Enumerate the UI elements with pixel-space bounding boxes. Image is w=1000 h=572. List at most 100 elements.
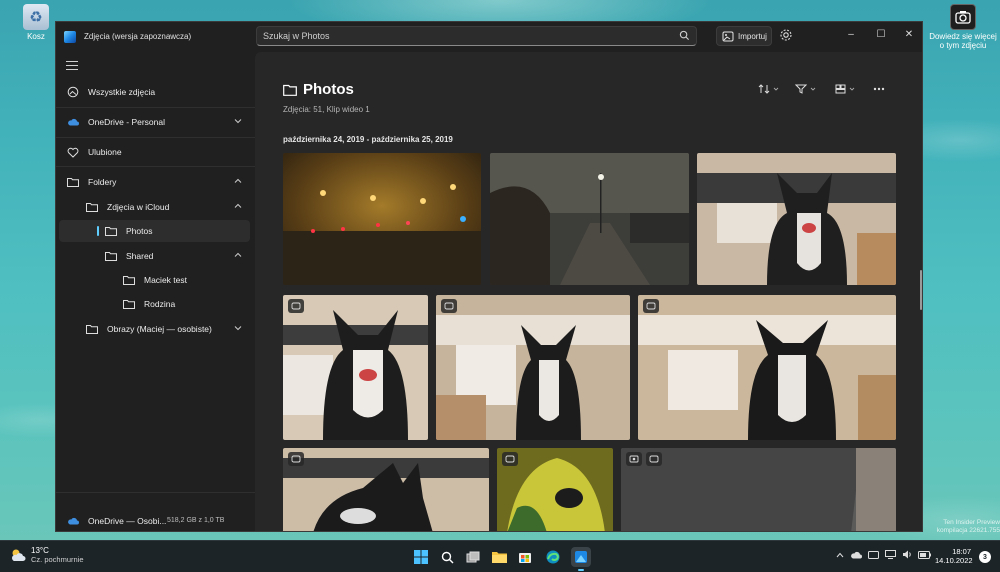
task-view-button[interactable] [463,547,483,567]
sidebar-item-all-photos[interactable]: Wszystkie zdjęcia [59,81,250,103]
search-icon[interactable] [679,30,690,41]
onedrive-icon[interactable] [850,551,862,559]
import-button[interactable]: Importuj [716,26,772,46]
sort-button[interactable] [758,82,779,96]
page-header: Photos [283,81,354,98]
divider [56,137,255,138]
clock[interactable]: 18:07 14.10.2022 [935,547,973,565]
chevron-down-icon [849,87,855,91]
live-photo-badge [643,299,659,313]
microsoft-store-button[interactable] [515,547,535,567]
view-button[interactable] [835,82,855,96]
sidebar-label: Shared [126,251,154,261]
live-photo-badge [502,452,518,466]
photo-dog-chair [697,153,896,285]
sidebar-label: Obrazy (Maciej — osobiste) [107,324,212,334]
sidebar-label: OneDrive - Personal [88,117,166,127]
photo-foggy-street [283,153,481,285]
page-title: Photos [303,81,354,98]
sidebar-label: Photos [126,226,153,236]
sidebar-item-favorites[interactable]: Ulubione [59,141,250,163]
keyboard-icon[interactable] [868,550,879,559]
chevron-up-icon[interactable] [234,251,242,259]
sidebar-label: Rodzina [144,299,176,309]
gear-icon[interactable] [779,28,793,42]
battery-icon[interactable] [918,550,931,559]
insider-watermark: Ten Insider Preview kompilacja 22621.755 [936,519,1000,534]
system-tray [836,550,931,559]
minimize-button[interactable]: – [836,22,866,46]
file-explorer-icon [491,552,507,563]
grid-view-icon [835,84,846,94]
title-bar[interactable]: Zdjęcia (wersja zapoznawcza) Szukaj w Ph… [56,22,922,52]
date-range-header: października 24, 2019 - października 25,… [283,135,453,144]
recycle-icon: ♻ [23,4,49,30]
photos-window: Zdjęcia (wersja zapoznawcza) Szukaj w Ph… [55,21,923,532]
divider [56,492,255,493]
chevron-down-icon[interactable] [234,324,242,332]
video-badge [626,452,642,466]
import-label: Importuj [738,31,767,41]
partly-cloudy-icon [12,549,26,561]
scrollbar-thumb[interactable] [920,270,922,310]
maximize-button[interactable]: ☐ [866,22,896,46]
hamburger-menu-icon[interactable] [66,61,78,73]
sidebar-item-onedrive[interactable]: OneDrive - Personal [59,111,250,133]
chevron-up-icon[interactable] [234,177,242,185]
speaker-icon[interactable] [902,550,912,559]
photo-thumbnail[interactable] [436,295,630,440]
taskbar-search-button[interactable] [437,547,457,567]
sidebar-item-shared[interactable]: Shared [59,245,250,267]
close-button[interactable]: ✕ [894,22,922,46]
search-input[interactable]: Szukaj w Photos [263,31,330,41]
windows-logo-icon [414,550,428,564]
photo-thumbnail[interactable] [283,153,481,285]
sidebar-item-icloud[interactable]: Zdjęcia w iCloud [59,196,250,218]
sidebar-item-rodzina[interactable]: Rodzina [59,293,250,315]
photos-app-icon [575,551,587,563]
chevron-up-icon[interactable] [234,202,242,210]
folder-icon [67,176,79,188]
photo-dog-profile [283,448,489,531]
display-icon[interactable] [885,550,896,559]
sidebar-item-maciek-test[interactable]: Maciek test [59,269,250,291]
taskbar: 13°C Cz. pochmurnie 18:07 14.10.2022 3 [0,540,1000,572]
chevron-down-icon[interactable] [234,117,242,125]
weather-widget[interactable]: 13°C Cz. pochmurnie [10,546,84,564]
start-button[interactable] [411,547,431,567]
photo-thumbnail[interactable] [497,448,613,531]
file-explorer-button[interactable] [489,547,509,567]
camera-icon [950,4,976,30]
video-thumbnail[interactable] [621,448,896,531]
folder-icon [123,274,135,286]
live-photo-badge [288,452,304,466]
photo-laptop-video [621,448,896,531]
photo-dog-smiling [283,295,428,440]
more-options-button[interactable] [873,82,885,96]
chevron-up-icon[interactable] [836,552,844,558]
filter-icon [795,84,807,94]
photo-thumbnail[interactable] [283,295,428,440]
learn-about-picture-icon[interactable]: Dowiedz się więcej o tym zdjęciu [926,4,1000,50]
sidebar-item-photos[interactable]: Photos [59,220,250,242]
cloud-icon [67,116,79,128]
live-photo-badge [646,452,662,466]
sidebar-item-folders[interactable]: Foldery [59,171,250,193]
clock-time: 18:07 [952,547,971,556]
photo-thumbnail[interactable] [490,153,689,285]
learn-about-picture-label: Dowiedz się więcej o tym zdjęciu [929,32,997,50]
photo-thumbnail[interactable] [697,153,896,285]
photos-app-icon [64,31,76,43]
photos-icon [67,86,79,98]
sidebar-item-obrazy[interactable]: Obrazy (Maciej — osobiste) [59,318,250,340]
search-box[interactable]: Szukaj w Photos [256,26,697,46]
sidebar-label: Maciek test [144,275,187,285]
edge-button[interactable] [543,547,563,567]
filter-button[interactable] [795,82,816,96]
more-icon [873,87,885,91]
photo-thumbnail[interactable] [638,295,896,440]
photos-taskbar-button[interactable] [571,547,591,571]
photo-thumbnail[interactable] [283,448,489,531]
notification-badge[interactable]: 3 [979,551,991,563]
storage-label: OneDrive — Osobi... [88,516,167,526]
